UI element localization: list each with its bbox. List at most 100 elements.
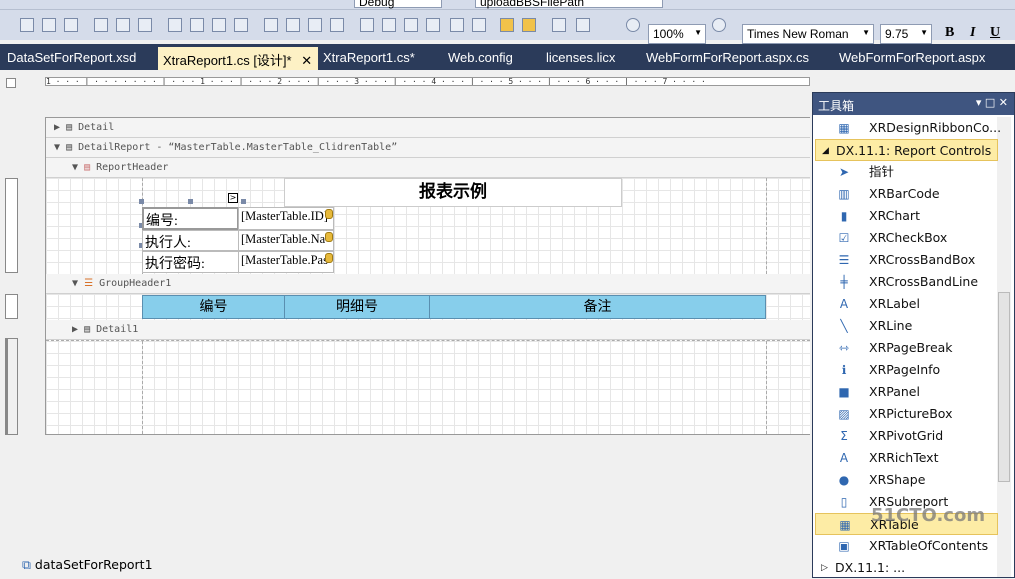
report-title[interactable]: 报表示例 <box>284 178 622 207</box>
tab-order-icon[interactable] <box>552 18 566 32</box>
toolbox-item[interactable]: A XRLabel <box>815 293 998 315</box>
zoom-select[interactable]: 100% ▼ <box>648 24 706 44</box>
band-detail1[interactable]: ▶ ▤ Detail1 <box>46 320 810 340</box>
toolbox-item[interactable]: ▨ XRPictureBox <box>815 403 998 425</box>
toolbox-item[interactable]: ■ XRPanel <box>815 381 998 403</box>
align-bottom-icon[interactable] <box>138 18 152 32</box>
collapse-arrow-icon[interactable]: ▼ <box>72 278 78 289</box>
smart-tag-icon[interactable]: > <box>228 193 238 203</box>
align-top-icon[interactable] <box>94 18 108 32</box>
align-left-icon[interactable] <box>20 18 34 32</box>
field-name[interactable]: [MasterTable.Na <box>238 230 334 251</box>
toolbox-group[interactable]: ▷ DX.11.1: ... <box>815 557 998 579</box>
tab-dataset-xsd[interactable]: DataSetForReport.xsd <box>2 47 141 70</box>
band-group-header[interactable]: ▼ ☰ GroupHeader1 <box>46 274 810 294</box>
decrease-hspacing-icon[interactable] <box>308 18 322 32</box>
toolbox-item[interactable]: Σ XRPivotGrid <box>815 425 998 447</box>
toolbox-group-report-controls[interactable]: ◢ DX.11.1: Report Controls <box>815 139 998 161</box>
expand-arrow-icon[interactable]: ▶ <box>72 324 78 335</box>
tab-web-config[interactable]: Web.config <box>443 47 518 70</box>
solution-config-select[interactable]: Debug <box>354 0 442 9</box>
group-header-area[interactable]: 编号 明细号 备注 <box>46 294 810 320</box>
item-label: XRPanel <box>869 384 920 399</box>
toolbox-item[interactable]: ● XRShape <box>815 469 998 491</box>
toolbox-item[interactable]: A XRRichText <box>815 447 998 469</box>
toolbox-item[interactable]: ╪ XRCrossBandLine <box>815 271 998 293</box>
remove-hspacing-icon[interactable] <box>330 18 344 32</box>
toolbox-item[interactable]: ▦ XRDesignRibbonCo... <box>815 117 1001 139</box>
band-label: Detail1 <box>96 324 139 335</box>
component-label: dataSetForReport1 <box>34 557 153 572</box>
label-id[interactable]: 编号: <box>142 207 239 230</box>
align-right-icon[interactable] <box>64 18 78 32</box>
band-detail[interactable]: ▶ ▤ Detail <box>46 118 810 138</box>
report-design-surface[interactable]: ▶ ▤ Detail ▼ ▤ DetailReport - “MasterTab… <box>45 117 810 435</box>
band-report-header[interactable]: ▼ ▤ ReportHeader <box>46 158 810 178</box>
toolbox-header: 工具箱 ▾ □ ✕ <box>813 93 1014 115</box>
font-select[interactable]: Times New Roman ▼ <box>742 24 874 44</box>
remove-vspacing-icon[interactable] <box>426 18 440 32</box>
toolbox-item[interactable]: ▮ XRChart <box>815 205 998 227</box>
tab-webform-cs[interactable]: WebFormForReport.aspx.cs <box>641 47 814 70</box>
same-height-icon[interactable] <box>190 18 204 32</box>
horizontal-spacing-icon[interactable] <box>264 18 278 32</box>
tab-licenses[interactable]: licenses.licx <box>541 47 620 70</box>
component-tray-item[interactable]: ⧉ dataSetForReport1 <box>22 557 153 573</box>
font-size-select[interactable]: 9.75 ▼ <box>880 24 932 44</box>
collapse-arrow-icon[interactable]: ▼ <box>72 162 78 173</box>
detail1-area[interactable] <box>46 340 810 434</box>
underline-button[interactable]: U <box>990 25 1000 41</box>
selection-handle[interactable] <box>188 199 193 204</box>
toolbox-item[interactable]: ▣ XRTableOfContents <box>815 535 998 557</box>
band-detail-report[interactable]: ▼ ▤ DetailReport - “MasterTable.MasterTa… <box>46 138 810 158</box>
header-table[interactable]: 编号 明细号 备注 <box>142 295 766 319</box>
bold-button[interactable]: B <box>945 25 954 41</box>
window-controls-icon[interactable]: ▾ □ ✕ <box>976 96 1008 109</box>
field-password[interactable]: [MasterTable.Pas <box>238 251 334 273</box>
report-header-area[interactable]: 报表示例 > 编号: 执行人: 执行密码: [MasterTable.ID] [… <box>46 178 810 274</box>
selection-handle[interactable] <box>241 199 246 204</box>
group-label: DX.11.1: Report Controls <box>836 143 992 158</box>
field-id[interactable]: [MasterTable.ID] <box>238 207 334 230</box>
label-password[interactable]: 执行密码: <box>142 251 239 273</box>
italic-button[interactable]: I <box>970 25 975 41</box>
startup-select[interactable]: uploadBBSFilePath <box>475 0 663 9</box>
same-size-icon[interactable] <box>212 18 226 32</box>
increase-vspacing-icon[interactable] <box>382 18 396 32</box>
toolbox-item[interactable]: ☑ XRCheckBox <box>815 227 998 249</box>
zoom-in-icon[interactable] <box>712 18 726 32</box>
tab-xtrareport-cs[interactable]: XtraReport1.cs* <box>318 47 420 70</box>
scrollbar-thumb[interactable] <box>998 292 1010 482</box>
label-executor[interactable]: 执行人: <box>142 230 239 251</box>
options-icon[interactable] <box>576 18 590 32</box>
increase-hspacing-icon[interactable] <box>286 18 300 32</box>
selection-handle[interactable] <box>139 199 144 204</box>
table-header-cell[interactable]: 备注 <box>430 296 765 318</box>
item-label: XRLabel <box>869 296 920 311</box>
tab-xtrareport-design[interactable]: XtraReport1.cs [设计]* ✕ <box>158 47 318 70</box>
zoom-out-icon[interactable] <box>626 18 640 32</box>
tab-webform-aspx[interactable]: WebFormForReport.aspx <box>834 47 990 70</box>
table-header-cell[interactable]: 明细号 <box>285 296 430 318</box>
toolbox-scrollbar[interactable] <box>997 117 1011 577</box>
toolbox-item[interactable]: ℹ XRPageInfo <box>815 359 998 381</box>
expand-arrow-icon[interactable]: ▶ <box>54 122 60 133</box>
collapse-arrow-icon[interactable]: ▼ <box>54 142 60 153</box>
toolbox-item[interactable]: ⇿ XRPageBreak <box>815 337 998 359</box>
center-horizontally-icon[interactable] <box>450 18 464 32</box>
align-middle-icon[interactable] <box>116 18 130 32</box>
same-width-icon[interactable] <box>168 18 182 32</box>
center-vertically-icon[interactable] <box>472 18 486 32</box>
align-center-icon[interactable] <box>42 18 56 32</box>
bring-to-front-icon[interactable] <box>500 18 514 32</box>
toolbox-item[interactable]: ▥ XRBarCode <box>815 183 998 205</box>
toolbox-item[interactable]: ➤ 指针 <box>815 161 998 183</box>
size-to-grid-icon[interactable] <box>234 18 248 32</box>
decrease-vspacing-icon[interactable] <box>404 18 418 32</box>
vertical-spacing-icon[interactable] <box>360 18 374 32</box>
toolbox-item[interactable]: ☰ XRCrossBandBox <box>815 249 998 271</box>
table-header-cell[interactable]: 编号 <box>143 296 285 318</box>
send-to-back-icon[interactable] <box>522 18 536 32</box>
close-icon[interactable]: ✕ <box>301 53 312 68</box>
toolbox-item[interactable]: ╲ XRLine <box>815 315 998 337</box>
